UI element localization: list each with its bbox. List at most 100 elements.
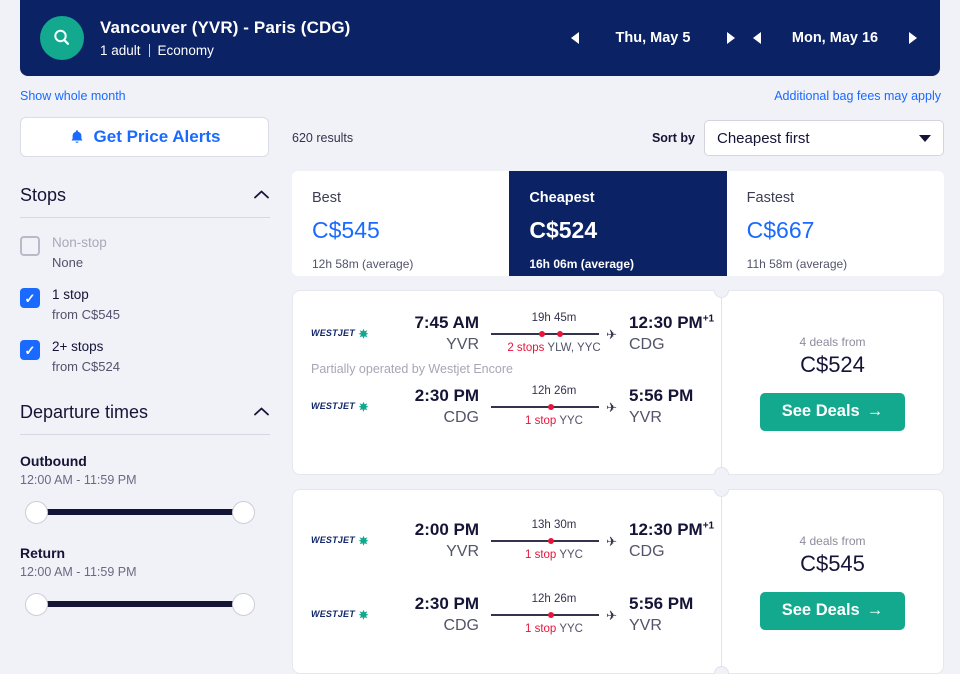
card-divider bbox=[714, 489, 729, 674]
airline-logo-westjet: WESTJET bbox=[311, 401, 383, 412]
stops-option-1-stop[interactable]: ✓ 1 stop from C$545 bbox=[20, 287, 270, 322]
stop-dot bbox=[548, 612, 554, 618]
tab-cheapest[interactable]: Cheapest C$524 16h 06m (average) bbox=[509, 171, 727, 276]
tab-label: Fastest bbox=[746, 190, 795, 206]
deals-price: C$524 bbox=[800, 351, 865, 377]
stops-info: 2 stops YLW, YYC bbox=[491, 342, 617, 354]
see-deals-label: See Deals bbox=[781, 402, 860, 420]
airline-name: WESTJET bbox=[311, 401, 355, 411]
return-leg: WESTJET 2:30 PM CDG 12h 26m ✈ 1 stop YYC… bbox=[311, 378, 721, 434]
route-line: ✈ bbox=[491, 327, 617, 341]
arrival-time-wrap: 12:30 PM+1 bbox=[629, 520, 714, 540]
option-label: 2+ stops bbox=[52, 339, 104, 354]
departure-airport: YVR bbox=[446, 542, 479, 560]
divider-notch-bottom bbox=[714, 467, 729, 475]
depart-date-label[interactable]: Thu, May 5 bbox=[588, 30, 718, 46]
slider-handle-min[interactable] bbox=[25, 501, 48, 524]
stop-dot bbox=[539, 331, 545, 337]
outbound-time-slider[interactable] bbox=[20, 497, 260, 527]
show-whole-month-link[interactable]: Show whole month bbox=[20, 89, 126, 103]
deals-panel: 4 deals from C$545 See Deals → bbox=[722, 490, 943, 673]
leg-duration-block: 13h 30m ✈ 1 stop YYC bbox=[479, 519, 629, 561]
tab-best[interactable]: Best C$545 12h 58m (average) bbox=[292, 171, 509, 276]
slider-handle-max[interactable] bbox=[232, 501, 255, 524]
leg-duration: 12h 26m bbox=[531, 385, 577, 397]
arrival-block: 12:30 PM+1 CDG bbox=[629, 313, 714, 354]
chevron-up-icon[interactable] bbox=[253, 404, 270, 422]
checkbox-non-stop[interactable] bbox=[20, 236, 40, 256]
check-icon: ✓ bbox=[24, 342, 36, 358]
tab-price: C$667 bbox=[746, 217, 815, 243]
search-icon bbox=[40, 16, 84, 60]
departure-airport: CDG bbox=[443, 408, 479, 426]
checkbox-2-plus-stops[interactable]: ✓ bbox=[20, 340, 40, 360]
outbound-time-filter: Outbound 12:00 AM - 11:59 PM bbox=[20, 453, 270, 527]
tab-label: Best bbox=[312, 190, 342, 206]
stop-dot bbox=[557, 331, 563, 337]
departure-block: 2:00 PM YVR bbox=[383, 520, 479, 561]
chevron-right-icon bbox=[909, 32, 917, 44]
stops-airports: YYC bbox=[559, 549, 583, 561]
sort-control: Sort by Cheapest first bbox=[652, 120, 944, 156]
depart-next-button[interactable] bbox=[718, 25, 744, 51]
arrival-time-wrap: 5:56 PM bbox=[629, 386, 693, 406]
departure-times-filter-header[interactable]: Departure times bbox=[20, 402, 270, 435]
chevron-left-icon bbox=[571, 32, 579, 44]
arrival-block: 5:56 PM YVR bbox=[629, 594, 693, 635]
tab-fastest[interactable]: Fastest C$667 11h 58m (average) bbox=[727, 171, 944, 276]
airline-logo-westjet: WESTJET bbox=[311, 328, 383, 339]
deals-count-label: 4 deals from bbox=[799, 334, 866, 349]
sort-select[interactable]: Cheapest first bbox=[704, 120, 944, 156]
option-sublabel: from C$545 bbox=[52, 307, 120, 322]
departure-block: 2:30 PM CDG bbox=[383, 594, 479, 635]
depart-prev-button[interactable] bbox=[562, 25, 588, 51]
return-leg: WESTJET 2:30 PM CDG 12h 26m ✈ 1 stop YYC… bbox=[311, 586, 721, 642]
results-count: 620 results bbox=[292, 131, 354, 145]
stops-count: 2 stops bbox=[507, 342, 545, 354]
arrival-time: 12:30 PM bbox=[629, 312, 703, 332]
slider-handle-min[interactable] bbox=[25, 593, 48, 616]
stops-option-non-stop[interactable]: Non-stop None bbox=[20, 235, 270, 270]
card-divider bbox=[714, 290, 729, 475]
departure-block: 2:30 PM CDG bbox=[383, 386, 479, 427]
chevron-up-icon[interactable] bbox=[253, 187, 270, 205]
return-prev-button[interactable] bbox=[744, 25, 770, 51]
westjet-leaf-icon bbox=[358, 328, 369, 339]
deals-count-label: 4 deals from bbox=[799, 533, 866, 548]
see-deals-label: See Deals bbox=[781, 601, 860, 619]
airline-name: WESTJET bbox=[311, 328, 355, 338]
get-price-alerts-button[interactable]: Get Price Alerts bbox=[20, 117, 269, 157]
return-date-label[interactable]: Mon, May 16 bbox=[770, 30, 900, 46]
flight-result-card[interactable]: WESTJET 7:45 AM YVR 19h 45m ✈ 2 stops YL… bbox=[292, 290, 944, 475]
slider-handle-max[interactable] bbox=[232, 593, 255, 616]
checkbox-1-stop[interactable]: ✓ bbox=[20, 288, 40, 308]
route-line-bar bbox=[491, 406, 599, 408]
route-title: Vancouver (YVR) - Paris (CDG) bbox=[100, 18, 351, 37]
arrival-airport: YVR bbox=[629, 408, 662, 426]
return-time-slider[interactable] bbox=[20, 589, 260, 619]
see-deals-button[interactable]: See Deals → bbox=[760, 392, 905, 431]
stops-filter-header[interactable]: Stops bbox=[20, 185, 270, 218]
departure-block: 7:45 AM YVR bbox=[383, 313, 479, 354]
return-next-button[interactable] bbox=[900, 25, 926, 51]
flight-result-card[interactable]: WESTJET 2:00 PM YVR 13h 30m ✈ 1 stop YYC… bbox=[292, 489, 944, 674]
stops-option-2-plus-stops[interactable]: ✓ 2+ stops from C$524 bbox=[20, 339, 270, 374]
stops-count: 1 stop bbox=[525, 623, 557, 635]
check-icon: ✓ bbox=[24, 290, 36, 306]
bag-fees-link[interactable]: Additional bag fees may apply bbox=[774, 89, 941, 103]
stops-info: 1 stop YYC bbox=[491, 623, 617, 635]
cabin-class: Economy bbox=[157, 43, 214, 58]
results-toolbar: 620 results Sort by Cheapest first bbox=[292, 117, 944, 159]
return-date-group: Mon, May 16 bbox=[744, 25, 926, 51]
option-sublabel: None bbox=[52, 255, 84, 270]
stop-dot bbox=[548, 404, 554, 410]
arrow-right-icon: → bbox=[866, 601, 884, 619]
departure-time: 2:30 PM bbox=[414, 593, 479, 613]
chevron-left-icon bbox=[753, 32, 761, 44]
see-deals-button[interactable]: See Deals → bbox=[760, 591, 905, 630]
leg-duration-block: 12h 26m ✈ 1 stop YYC bbox=[479, 593, 629, 635]
departure-times-title: Departure times bbox=[20, 402, 149, 422]
departure-airport: CDG bbox=[443, 616, 479, 634]
divider-notch-bottom bbox=[714, 666, 729, 674]
date-navigation: Thu, May 5 Mon, May 16 bbox=[562, 25, 940, 51]
